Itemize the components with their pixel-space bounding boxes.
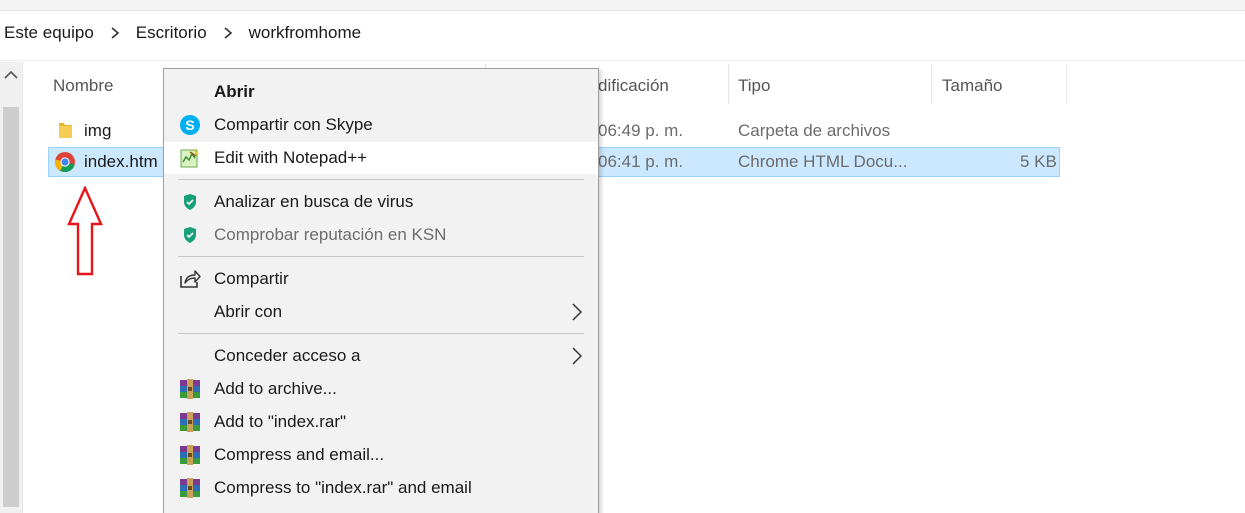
folder-icon xyxy=(59,123,72,138)
column-divider[interactable] xyxy=(931,64,932,104)
kaspersky-shield-icon xyxy=(184,194,196,210)
chevron-right-icon[interactable] xyxy=(110,27,120,39)
menu-item-compress-email[interactable]: Compress and email... xyxy=(164,439,598,471)
menu-item-label: Analizar en busca de virus xyxy=(214,192,414,211)
menu-separator xyxy=(178,256,584,257)
skype-icon: S xyxy=(180,115,200,135)
menu-item-label: Compress and email... xyxy=(214,445,385,464)
column-divider[interactable] xyxy=(1066,64,1067,104)
scrollbar-thumb[interactable] xyxy=(3,107,19,507)
chevron-right-icon[interactable] xyxy=(223,27,233,39)
menu-item-open[interactable]: Abrir xyxy=(164,76,598,108)
top-strip xyxy=(0,0,1245,11)
menu-item-compress-to-index-rar-email[interactable]: Compress to "index.rar" and email xyxy=(164,472,598,504)
breadcrumb-desktop[interactable]: Escritorio xyxy=(132,23,211,43)
svg-text:S: S xyxy=(185,117,194,133)
winrar-icon xyxy=(180,478,200,498)
menu-item-label: Compartir xyxy=(214,269,289,288)
annotation-up-arrow xyxy=(67,186,103,276)
menu-item-label: Conceder acceso a xyxy=(214,346,361,365)
menu-item-grant-access[interactable]: Conceder acceso a xyxy=(164,340,598,372)
kaspersky-shield-icon xyxy=(184,227,196,243)
column-header-modified[interactable]: dificación xyxy=(598,70,669,102)
menu-separator xyxy=(178,179,584,180)
column-header-type[interactable]: Tipo xyxy=(738,70,770,102)
file-name[interactable]: img xyxy=(84,116,111,146)
navigation-scrollbar[interactable] xyxy=(0,62,23,513)
column-header-size[interactable]: Tamaño xyxy=(942,70,1002,102)
share-icon xyxy=(180,270,201,288)
menu-item-edit-notepadpp[interactable]: Edit with Notepad++ xyxy=(164,142,598,174)
winrar-icon xyxy=(180,379,200,399)
breadcrumb-current-folder[interactable]: workfromhome xyxy=(245,23,365,43)
menu-item-label: Comprobar reputación en KSN xyxy=(214,225,447,244)
notepadpp-icon xyxy=(180,148,199,168)
menu-item-label: Compartir con Skype xyxy=(214,115,373,134)
file-type: Chrome HTML Docu... xyxy=(738,152,908,171)
menu-item-label: Compress to "index.rar" and email xyxy=(214,478,472,497)
winrar-icon xyxy=(180,412,200,432)
breadcrumb: Este equipo Escritorio workfromhome xyxy=(0,14,1245,52)
context-menu: Abrir S Compartir con Skype Edit with No… xyxy=(163,68,599,513)
chevron-right-icon xyxy=(572,347,582,365)
menu-separator xyxy=(178,333,584,334)
file-name[interactable]: index.htm xyxy=(84,147,158,177)
breadcrumb-this-pc[interactable]: Este equipo xyxy=(0,23,98,43)
file-modified: 06:49 p. m. xyxy=(598,121,684,140)
chevron-up-icon[interactable] xyxy=(4,70,18,80)
file-size: 5 KB xyxy=(1020,152,1057,171)
divider xyxy=(0,60,1245,61)
menu-item-label: Edit with Notepad++ xyxy=(214,148,368,167)
menu-item-scan-virus[interactable]: Analizar en busca de virus xyxy=(164,186,598,218)
menu-item-label: Add to "index.rar" xyxy=(214,412,347,431)
menu-item-check-ksn[interactable]: Comprobar reputación en KSN xyxy=(164,219,598,251)
winrar-icon xyxy=(180,445,200,465)
chevron-right-icon xyxy=(572,303,582,321)
file-explorer-window: Este equipo Escritorio workfromhome Nomb… xyxy=(0,0,1245,513)
file-modified: 06:41 p. m. xyxy=(598,152,684,171)
menu-item-share[interactable]: Compartir xyxy=(164,263,598,295)
menu-item-share-skype[interactable]: S Compartir con Skype xyxy=(164,109,598,141)
chrome-icon xyxy=(54,152,75,173)
menu-item-add-to-index-rar[interactable]: Add to "index.rar" xyxy=(164,406,598,438)
menu-item-label: Abrir con xyxy=(214,302,283,321)
menu-item-add-to-archive[interactable]: Add to archive... xyxy=(164,373,598,405)
file-type: Carpeta de archivos xyxy=(738,121,891,140)
menu-item-label: Add to archive... xyxy=(214,379,337,398)
menu-item-open-with[interactable]: Abrir con xyxy=(164,296,598,328)
menu-item-label: Abrir xyxy=(214,82,255,101)
column-divider[interactable] xyxy=(728,64,729,104)
column-header-name[interactable]: Nombre xyxy=(53,70,113,102)
